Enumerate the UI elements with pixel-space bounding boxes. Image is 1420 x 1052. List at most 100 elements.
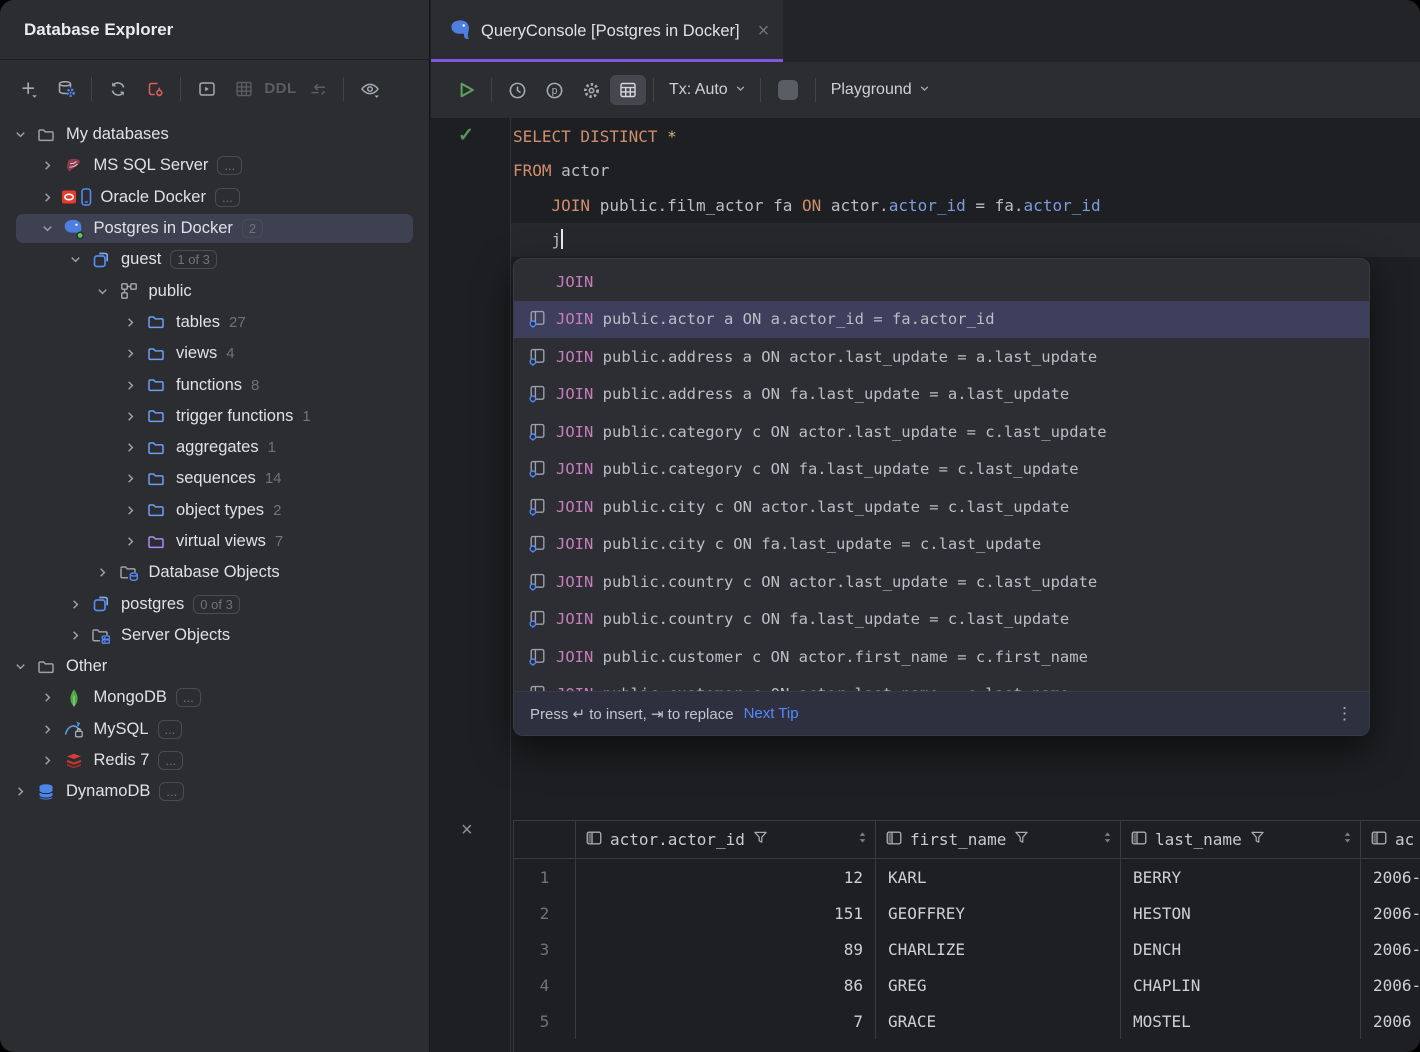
table-row[interactable]: 486GREGCHAPLIN2006- <box>514 967 1420 1003</box>
cell-last-name[interactable]: MOSTEL <box>1121 1003 1361 1039</box>
chevron-down-icon[interactable] <box>91 284 115 299</box>
column-header-last_name[interactable]: last_name <box>1121 821 1361 858</box>
cell-last-update[interactable]: 2006- <box>1361 967 1420 1003</box>
tree-item-ms-sql-server[interactable]: MS SQL Server... <box>0 150 429 181</box>
tab-query-console[interactable]: QueryConsole [Postgres in Docker] × <box>431 0 783 62</box>
chevron-right-icon[interactable] <box>118 440 142 455</box>
completion-item[interactable]: JOIN public.customer c ON actor.last_nam… <box>514 676 1369 692</box>
table-row[interactable]: 57GRACEMOSTEL2006 <box>514 1003 1420 1039</box>
chevron-down-icon[interactable] <box>8 659 32 674</box>
profile-dropdown[interactable]: Playground <box>831 81 912 99</box>
table-data-button[interactable] <box>225 74 262 104</box>
chevron-down-icon[interactable] <box>36 221 60 236</box>
completion-item[interactable]: JOIN public.city c ON actor.last_update … <box>514 488 1369 526</box>
tree-item-postgres-in-docker[interactable]: Postgres in Docker2 <box>0 213 429 244</box>
compare-structure-button[interactable] <box>299 74 336 104</box>
chevron-right-icon[interactable] <box>36 753 60 768</box>
settings-gear-icon[interactable] <box>573 75 610 105</box>
cell-actor-id[interactable]: 12 <box>576 859 876 895</box>
code-lines[interactable]: SELECT DISTINCT *FROM actor JOIN public.… <box>513 120 1101 257</box>
chevron-right-icon[interactable] <box>36 722 60 737</box>
cell-last-update[interactable]: 2006- <box>1361 931 1420 967</box>
cell-first-name[interactable]: KARL <box>876 859 1121 895</box>
tree-item-views[interactable]: views4 <box>0 338 429 369</box>
cell-first-name[interactable]: GREG <box>876 967 1121 1003</box>
cell-last-name[interactable]: CHAPLIN <box>1121 967 1361 1003</box>
tree-item-functions[interactable]: functions8 <box>0 369 429 400</box>
history-icon[interactable] <box>499 75 536 105</box>
cell-actor-id[interactable]: 7 <box>576 1003 876 1039</box>
completion-list[interactable]: JOINJOIN public.actor a ON a.actor_id = … <box>514 259 1369 691</box>
next-tip-link[interactable]: Next Tip <box>744 705 799 722</box>
completion-item[interactable]: JOIN public.address a ON fa.last_update … <box>514 376 1369 414</box>
column-header-actoractor_id[interactable]: actor.actor_id <box>576 821 876 858</box>
tree-item-other[interactable]: Other <box>0 651 429 682</box>
chevron-right-icon[interactable] <box>118 378 142 393</box>
tree-item-mongodb[interactable]: MongoDB... <box>0 682 429 713</box>
cell-first-name[interactable]: CHARLIZE <box>876 931 1121 967</box>
tree-item-oracle-docker[interactable]: Oracle Docker... <box>0 182 429 213</box>
close-tab-icon[interactable]: × <box>758 21 770 41</box>
add-data-source-button[interactable] <box>10 74 47 104</box>
column-header-first_name[interactable]: first_name <box>876 821 1121 858</box>
run-button[interactable] <box>447 75 484 105</box>
completion-item[interactable]: JOIN public.country c ON fa.last_update … <box>514 601 1369 639</box>
ddl-button[interactable]: DDL <box>262 74 299 104</box>
chevron-right-icon[interactable] <box>36 190 60 205</box>
table-row[interactable]: 389CHARLIZEDENCH2006- <box>514 931 1420 967</box>
tree-item-mysql[interactable]: MySQL... <box>0 714 429 745</box>
completion-item[interactable]: JOIN public.category c ON actor.last_upd… <box>514 413 1369 451</box>
chevron-right-icon[interactable] <box>118 409 142 424</box>
code-line[interactable]: FROM actor <box>513 154 1101 188</box>
cell-last-update[interactable]: 2006- <box>1361 895 1420 931</box>
table-view-button[interactable] <box>610 75 646 105</box>
tree-item-database-objects[interactable]: Database Objects <box>0 557 429 588</box>
chevron-right-icon[interactable] <box>118 503 142 518</box>
cell-last-name[interactable]: HESTON <box>1121 895 1361 931</box>
cell-last-name[interactable]: BERRY <box>1121 859 1361 895</box>
chevron-right-icon[interactable] <box>63 628 87 643</box>
preview-eye-button[interactable] <box>351 74 388 104</box>
completion-item[interactable]: JOIN public.customer c ON actor.first_na… <box>514 638 1369 676</box>
cell-actor-id[interactable]: 86 <box>576 967 876 1003</box>
tree-item-aggregates[interactable]: aggregates1 <box>0 432 429 463</box>
column-header-ac[interactable]: ac <box>1361 821 1420 858</box>
disconnect-button[interactable] <box>136 74 173 104</box>
chevron-down-icon[interactable] <box>63 252 87 267</box>
chevron-right-icon[interactable] <box>36 158 60 173</box>
more-menu-icon[interactable]: ⋮ <box>1336 704 1353 724</box>
tx-mode-dropdown[interactable]: Tx: Auto <box>669 81 728 99</box>
code-line[interactable]: SELECT DISTINCT * <box>513 120 1101 154</box>
cell-actor-id[interactable]: 89 <box>576 931 876 967</box>
filter-icon[interactable] <box>1013 829 1030 850</box>
completion-item[interactable]: JOIN public.city c ON fa.last_update = c… <box>514 526 1369 564</box>
filter-icon[interactable] <box>1249 829 1266 850</box>
refresh-button[interactable] <box>99 74 136 104</box>
data-source-properties-button[interactable] <box>47 74 84 104</box>
chevron-right-icon[interactable] <box>91 565 115 580</box>
completion-item[interactable]: JOIN public.country c ON actor.last_upda… <box>514 563 1369 601</box>
code-line[interactable]: j <box>513 223 1101 257</box>
chevron-right-icon[interactable] <box>118 315 142 330</box>
tree-item-my-databases[interactable]: My databases <box>0 119 429 150</box>
cell-last-update[interactable]: 2006 <box>1361 1003 1420 1039</box>
table-row[interactable]: 2151GEOFFREYHESTON2006- <box>514 895 1420 931</box>
tree-item-guest[interactable]: guest1 of 3 <box>0 244 429 275</box>
cell-first-name[interactable]: GEOFFREY <box>876 895 1121 931</box>
tree-item-sequences[interactable]: sequences14 <box>0 463 429 494</box>
tree-item-redis-7[interactable]: Redis 7... <box>0 745 429 776</box>
completion-item[interactable]: JOIN public.address a ON actor.last_upda… <box>514 338 1369 376</box>
chevron-right-icon[interactable] <box>8 784 32 799</box>
filter-icon[interactable] <box>752 829 769 850</box>
cell-last-name[interactable]: DENCH <box>1121 931 1361 967</box>
tree-item-tables[interactable]: tables27 <box>0 307 429 338</box>
tree-item-object-types[interactable]: object types2 <box>0 495 429 526</box>
sort-icon[interactable] <box>1101 830 1114 849</box>
tree-item-public[interactable]: public <box>0 275 429 306</box>
cell-last-update[interactable]: 2006- <box>1361 859 1420 895</box>
results-grid[interactable]: actor.actor_idfirst_namelast_nameac112KA… <box>513 820 1420 1052</box>
tree-item-dynamodb[interactable]: DynamoDB... <box>0 776 429 807</box>
cell-first-name[interactable]: GRACE <box>876 1003 1121 1039</box>
completion-item[interactable]: JOIN <box>514 263 1369 301</box>
cell-actor-id[interactable]: 151 <box>576 895 876 931</box>
